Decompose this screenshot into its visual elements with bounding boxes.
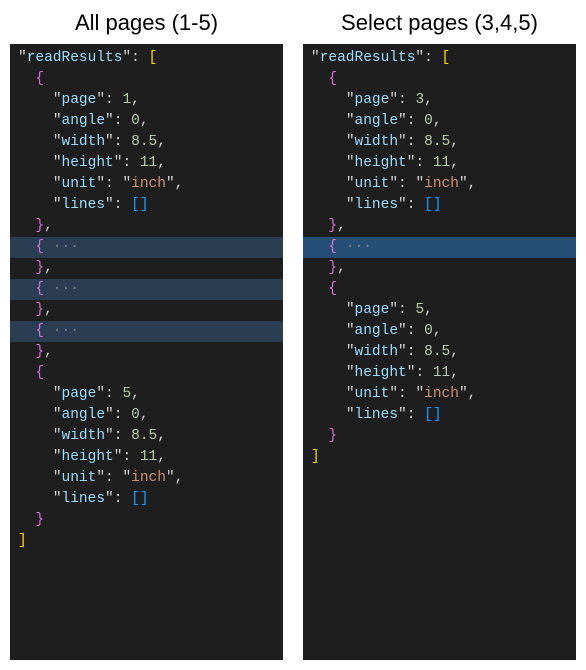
code-line: "angle": 0, xyxy=(303,111,576,132)
code-line: "unit": "inch", xyxy=(303,174,576,195)
code-line: } xyxy=(10,510,283,531)
code-line: "height": 11, xyxy=(303,363,576,384)
code-line: ] xyxy=(303,447,576,468)
code-line: }, xyxy=(10,342,283,363)
code-line: "page": 1, xyxy=(10,90,283,111)
left-code-panel: "readResults": [ { "page": 1, "angle": 0… xyxy=(10,44,283,660)
code-line: }, xyxy=(10,300,283,321)
code-line: "lines": [] xyxy=(303,195,576,216)
code-line: "page": 3, xyxy=(303,90,576,111)
code-line: "readResults": [ xyxy=(303,48,576,69)
folded-region[interactable]: { ··· xyxy=(303,237,576,258)
folded-region[interactable]: { ··· xyxy=(10,279,283,300)
code-line: ] xyxy=(10,531,283,552)
code-line: "width": 8.5, xyxy=(303,342,576,363)
code-line: "unit": "inch", xyxy=(303,384,576,405)
code-line: "angle": 0, xyxy=(10,111,283,132)
code-line: "lines": [] xyxy=(10,489,283,510)
code-line: { xyxy=(303,279,576,300)
code-line: "page": 5, xyxy=(10,384,283,405)
code-line: "height": 11, xyxy=(10,447,283,468)
code-line: { xyxy=(10,69,283,90)
code-line: "angle": 0, xyxy=(303,321,576,342)
code-line: { xyxy=(303,69,576,90)
code-line: "lines": [] xyxy=(303,405,576,426)
folded-region[interactable]: { ··· xyxy=(10,321,283,342)
code-line: }, xyxy=(10,258,283,279)
left-column: All pages (1-5) "readResults": [ { "page… xyxy=(10,10,283,660)
code-line: "width": 8.5, xyxy=(10,132,283,153)
code-line: "height": 11, xyxy=(303,153,576,174)
code-line: "width": 8.5, xyxy=(303,132,576,153)
code-line: }, xyxy=(10,216,283,237)
code-line: }, xyxy=(303,216,576,237)
code-line: { xyxy=(10,363,283,384)
code-line: "lines": [] xyxy=(10,195,283,216)
right-heading: Select pages (3,4,5) xyxy=(303,10,576,36)
folded-region[interactable]: { ··· xyxy=(10,237,283,258)
code-line: "height": 11, xyxy=(10,153,283,174)
right-code-panel: "readResults": [ { "page": 3, "angle": 0… xyxy=(303,44,576,660)
code-line: "page": 5, xyxy=(303,300,576,321)
code-line: "readResults": [ xyxy=(10,48,283,69)
code-line: }, xyxy=(303,258,576,279)
code-line: "angle": 0, xyxy=(10,405,283,426)
code-line: "unit": "inch", xyxy=(10,468,283,489)
right-column: Select pages (3,4,5) "readResults": [ { … xyxy=(303,10,576,660)
code-line: } xyxy=(303,426,576,447)
code-line: "unit": "inch", xyxy=(10,174,283,195)
left-heading: All pages (1-5) xyxy=(10,10,283,36)
code-line: "width": 8.5, xyxy=(10,426,283,447)
